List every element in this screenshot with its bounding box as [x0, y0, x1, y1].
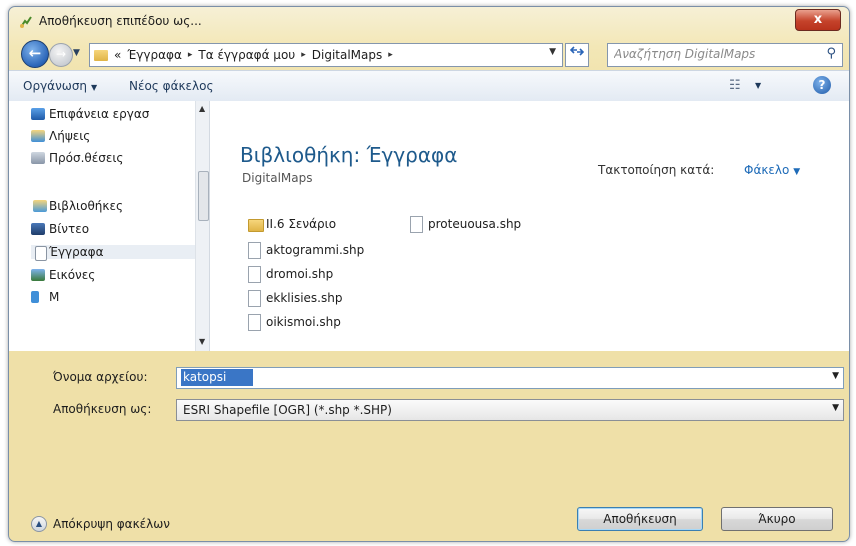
library-title: Βιβλιοθήκη: Έγγραφα: [240, 143, 458, 167]
sidebar-item-label: Πρόσ.θέσεις: [49, 151, 124, 165]
pictures-icon: [31, 269, 45, 281]
arrange-by-value: Φάκελο: [744, 163, 790, 177]
breadcrumb-separator[interactable]: ▸: [388, 50, 393, 60]
filetype-value: ESRI Shapefile [OGR] (*.shp *.SHP): [183, 403, 392, 417]
cancel-button[interactable]: Άκυρο: [721, 507, 833, 531]
sidebar-item-music[interactable]: Μ: [31, 290, 60, 304]
chevron-up-icon[interactable]: ▲: [31, 516, 47, 532]
sidebar-item-pictures[interactable]: Εικόνες: [31, 268, 96, 282]
sidebar-item-recent-places[interactable]: Πρόσ.θέσεις: [31, 151, 124, 165]
sidebar-item-downloads[interactable]: Λήψεις: [31, 129, 91, 143]
title-bar: Αποθήκευση επιπέδου ως... x: [9, 7, 849, 37]
search-input[interactable]: [614, 47, 810, 61]
list-item[interactable]: aktogrammi.shp: [248, 242, 365, 259]
sidebar-item-label: Έγγραφα: [49, 245, 104, 259]
filename-label: Όνομα αρχείου:: [53, 370, 148, 384]
scroll-down-icon[interactable]: ▼: [199, 337, 205, 346]
sidebar-item-label: Βίντεο: [49, 222, 90, 236]
downloads-icon: [31, 130, 45, 142]
sidebar-item-label: Βιβλιοθήκες: [49, 199, 124, 213]
new-folder-button[interactable]: Νέος φάκελος: [129, 79, 214, 93]
chevron-down-icon[interactable]: ▼: [832, 403, 839, 413]
sidebar-item-label: Μ: [49, 290, 60, 304]
music-icon: [31, 291, 39, 303]
file-icon: [248, 314, 261, 331]
chevron-down-icon: ▼: [91, 83, 98, 92]
search-icon[interactable]: ⚲: [826, 46, 836, 61]
forward-button[interactable]: →: [49, 43, 73, 67]
breadcrumb-digitalmaps[interactable]: DigitalMaps: [312, 48, 383, 62]
file-name: proteuousa.shp: [428, 217, 522, 231]
video-icon: [31, 223, 45, 235]
search-box[interactable]: ⚲: [607, 43, 843, 67]
file-name: aktogrammi.shp: [266, 243, 365, 257]
address-bar[interactable]: « Έγγραφα ▸ Τα έγγραφά μου ▸ DigitalMaps…: [89, 43, 563, 67]
views-icon[interactable]: ☷: [729, 78, 741, 93]
file-icon: [248, 266, 261, 283]
documents-icon: [35, 246, 47, 261]
arrange-by-dropdown[interactable]: Φάκελο ▼: [744, 163, 800, 177]
filetype-select[interactable]: ESRI Shapefile [OGR] (*.shp *.SHP) ▼: [176, 399, 844, 421]
chevron-down-icon[interactable]: ▼: [832, 371, 839, 381]
organize-button[interactable]: Οργάνωση ▼: [23, 79, 97, 93]
list-item[interactable]: ekklisies.shp: [248, 290, 343, 307]
file-name: II.6 Σενάριο: [266, 217, 337, 231]
recent-places-icon: [31, 152, 45, 164]
navigation-pane: Επιφάνεια εργασ Λήψεις Πρόσ.θέσεις Βιβλι…: [9, 101, 210, 351]
help-icon[interactable]: ?: [813, 76, 831, 94]
scroll-up-icon[interactable]: ▲: [199, 104, 205, 113]
save-button[interactable]: Αποθήκευση: [577, 507, 703, 531]
refresh-icon: [569, 46, 585, 56]
scroll-thumb[interactable]: [198, 171, 209, 221]
command-bar: Οργάνωση ▼ Νέος φάκελος ☷ ▼ ?: [9, 70, 849, 102]
file-list-pane: Βιβλιοθήκη: Έγγραφα DigitalMaps Τακτοποί…: [210, 101, 849, 351]
filename-combobox[interactable]: ▼: [176, 367, 844, 389]
breadcrumb-overflow[interactable]: «: [114, 48, 121, 62]
organize-label: Οργάνωση: [23, 79, 88, 93]
hide-folders-button[interactable]: Απόκρυψη φακέλων: [53, 517, 170, 531]
library-subtitle: DigitalMaps: [242, 171, 313, 185]
list-item[interactable]: II.6 Σενάριο: [248, 217, 337, 232]
filetype-label: Αποθήκευση ως:: [53, 402, 152, 416]
sidebar-item-desktop[interactable]: Επιφάνεια εργασ: [31, 107, 150, 121]
arrange-by-label: Τακτοποίηση κατά:: [598, 163, 715, 177]
file-name: oikismoi.shp: [266, 315, 341, 329]
file-icon: [248, 242, 261, 259]
list-item[interactable]: oikismoi.shp: [248, 314, 341, 331]
sidebar-item-libraries[interactable]: Βιβλιοθήκες: [31, 199, 123, 213]
filename-input[interactable]: [183, 370, 803, 384]
save-layer-dialog: Αποθήκευση επιπέδου ως... x ← → ▼ « Έγγρ…: [8, 6, 850, 542]
folder-icon: [248, 219, 264, 232]
list-item[interactable]: proteuousa.shp: [410, 216, 522, 233]
file-icon: [410, 216, 423, 233]
list-item[interactable]: dromoi.shp: [248, 266, 334, 283]
refresh-button[interactable]: [565, 43, 589, 67]
chevron-down-icon[interactable]: ▼: [549, 47, 556, 57]
folder-icon: [94, 49, 108, 61]
sidebar-scrollbar[interactable]: ▲ ▼: [195, 101, 209, 351]
desktop-icon: [31, 108, 45, 120]
back-button[interactable]: ←: [21, 40, 49, 68]
file-name: dromoi.shp: [266, 267, 334, 281]
file-icon: [248, 290, 261, 307]
recent-pages-dropdown-icon[interactable]: ▼: [73, 48, 80, 58]
breadcrumb-separator[interactable]: ▸: [188, 50, 193, 60]
app-icon: [19, 15, 33, 29]
breadcrumb-my-documents[interactable]: Τα έγγραφά μου: [198, 48, 295, 62]
sidebar-item-label: Επιφάνεια εργασ: [49, 107, 150, 121]
file-name: ekklisies.shp: [266, 291, 343, 305]
sidebar-item-documents[interactable]: Έγγραφα: [31, 245, 197, 261]
dialog-footer: ▲ Απόκρυψη φακέλων Αποθήκευση Άκυρο: [9, 427, 849, 541]
breadcrumb-documents[interactable]: Έγγραφα: [127, 48, 182, 62]
sidebar-item-label: Εικόνες: [49, 268, 96, 282]
chevron-down-icon[interactable]: ▼: [755, 81, 761, 90]
sidebar-item-video[interactable]: Βίντεο: [31, 222, 90, 236]
window-title: Αποθήκευση επιπέδου ως...: [39, 14, 202, 28]
close-button[interactable]: x: [795, 9, 841, 31]
chevron-down-icon: ▼: [793, 167, 801, 177]
breadcrumb-separator[interactable]: ▸: [301, 50, 306, 60]
libraries-icon: [33, 200, 47, 212]
sidebar-item-label: Λήψεις: [49, 129, 91, 143]
